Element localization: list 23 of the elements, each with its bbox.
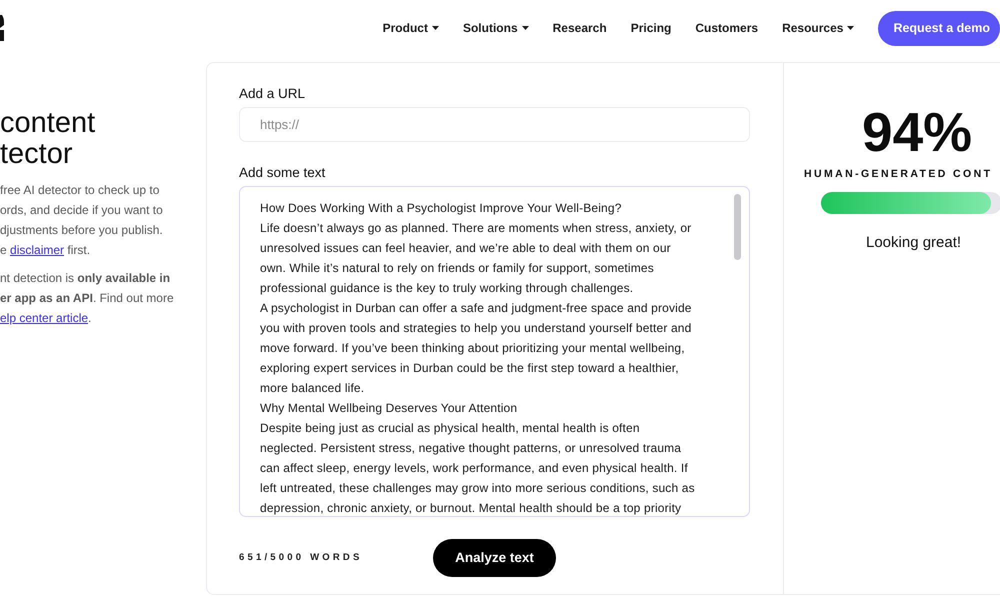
nav-link[interactable]: Resources	[782, 19, 854, 37]
word-count: 651/5000 WORDS	[239, 550, 362, 565]
score-caption: HUMAN-GENERATED CONT	[804, 167, 992, 182]
nav-link[interactable]: Product	[382, 19, 439, 37]
text-label: Add some text	[239, 164, 326, 182]
url-label: Add a URL	[239, 85, 306, 103]
nav-link[interactable]: Customers	[695, 19, 758, 37]
analyze-text-button[interactable]: Analyze text	[433, 539, 556, 577]
text-link[interactable]: elp center article	[0, 311, 88, 325]
logo-icon[interactable]	[0, 15, 4, 41]
nav-link[interactable]: Pricing	[630, 19, 672, 37]
score-percentage: 94%	[862, 105, 972, 160]
intro-paragraph: nt detection is only available in er app as an API. Find out more elp center article.	[0, 270, 174, 327]
verdict-text: Looking great!	[866, 232, 962, 253]
intro-paragraph: free AI detector to check up to ords, and decide if you want to djustments before you publish. e disclaimer first.	[0, 182, 163, 259]
scrollbar-thumb[interactable]	[734, 194, 741, 260]
url-input-field[interactable]: https://	[239, 107, 750, 142]
text-input-field[interactable]: How Does Working With a Psychologist Improve Your Well-Being? Life doesn’t always go as planned. There are moments when stress, anxiety, or unresolved issues can feel heavier, and we’re able to deal with them on our own. While it’s natural to rely on friends or family for support, sometimes professional guidance is the key to truly working through challenges. A psychologist in Durban can offer a safe and judgment-free space and provide you with proven tools and strategies to help you understand yourself better and move forward. If you’ve been thinking about prioritizing your mental wellbeing, exploring expert services in Durban could be the first step toward a healthier, more balanced life. Why Mental Wellbeing Deserves Your Attention Despite being just as crucial as physical health, mental health is often neglected. Persistent stress, negative thought patterns, or unresolved trauma can affect sleep, energy levels, work performance, and even physical health. If left untreated, these challenges may grow into more serious conditions, such as depression, chronic anxiety, or burnout. Mental health should be a top priority	[239, 186, 750, 517]
request-demo-button[interactable]: Request a demo	[878, 10, 1000, 46]
text-link[interactable]: disclaimer	[10, 243, 64, 257]
nav-link[interactable]: Solutions	[462, 19, 529, 37]
nav-link[interactable]: Research	[552, 19, 607, 37]
page-heading: content tector	[0, 108, 96, 170]
